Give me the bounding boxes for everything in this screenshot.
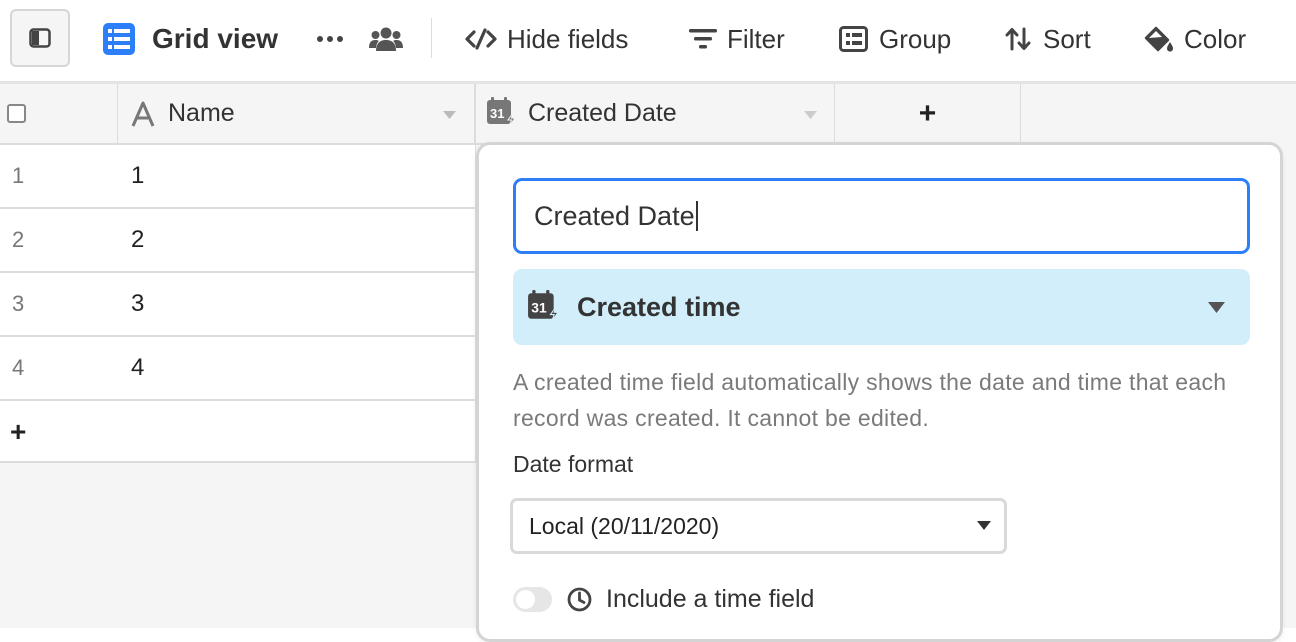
row-number: 1 xyxy=(12,163,25,188)
select-all-checkbox[interactable] xyxy=(7,104,26,123)
sidebar-icon xyxy=(29,28,51,48)
cell-name[interactable]: 3 xyxy=(131,273,144,335)
text-caret xyxy=(695,201,698,231)
collaborators-button[interactable] xyxy=(369,0,403,78)
chevron-down-icon xyxy=(977,521,991,530)
more-icon xyxy=(317,36,343,42)
field-type-select[interactable]: 31 Created time xyxy=(513,269,1250,345)
select-all-cell xyxy=(0,84,118,143)
add-row-button[interactable]: + xyxy=(0,401,476,463)
view-name: Grid view xyxy=(152,23,279,54)
color-button[interactable]: Color xyxy=(1143,0,1246,78)
chevron-down-icon[interactable] xyxy=(804,111,817,119)
sort-icon xyxy=(1005,27,1031,51)
include-time-toggle[interactable] xyxy=(513,587,552,612)
svg-text:31: 31 xyxy=(531,299,547,315)
filter-button[interactable]: Filter xyxy=(689,0,785,78)
row-number: 3 xyxy=(12,291,25,316)
text-field-icon xyxy=(131,101,155,127)
filter-label: Filter xyxy=(727,23,785,54)
row-number: 2 xyxy=(12,227,25,252)
column-name-label: Name xyxy=(168,99,235,127)
column-header-name[interactable]: Name xyxy=(118,84,476,143)
group-button[interactable]: Group xyxy=(839,0,951,78)
field-editor-popover: Created Date 31 Created time A created t… xyxy=(476,142,1283,642)
date-format-select[interactable]: Local (20/11/2020) xyxy=(510,498,1007,554)
row-number: 4 xyxy=(12,355,25,380)
cell-name[interactable]: 4 xyxy=(131,337,144,399)
view-toolbar: Grid view Hide fields Filter Group Sort … xyxy=(0,0,1296,82)
chevron-down-icon xyxy=(1208,302,1225,313)
filter-icon xyxy=(689,29,717,49)
table-row[interactable]: 1 1 xyxy=(0,145,476,209)
column-header-created-date[interactable]: 31 Created Date xyxy=(476,84,835,143)
sort-button[interactable]: Sort xyxy=(1005,0,1091,78)
created-time-icon: 31 xyxy=(528,290,559,322)
toggle-knob xyxy=(516,590,535,609)
svg-text:31: 31 xyxy=(490,106,504,121)
created-time-icon: 31 xyxy=(487,97,516,127)
add-field-button[interactable]: + xyxy=(835,84,1021,143)
sort-label: Sort xyxy=(1043,23,1091,54)
cell-name[interactable]: 1 xyxy=(131,145,144,207)
field-name-input[interactable]: Created Date xyxy=(513,178,1250,254)
hide-fields-button[interactable]: Hide fields xyxy=(464,0,628,78)
field-name-value: Created Date xyxy=(534,200,695,231)
cell-name[interactable]: 2 xyxy=(131,209,144,271)
paint-bucket-icon xyxy=(1144,26,1173,52)
grid-header: Name 31 Created Date + xyxy=(0,84,1021,145)
field-type-label: Created time xyxy=(577,291,741,322)
hide-fields-icon xyxy=(465,28,497,50)
people-icon xyxy=(369,27,403,51)
sidebar-toggle-button[interactable] xyxy=(10,9,70,67)
add-row-plus: + xyxy=(10,416,27,447)
table-row[interactable]: 4 4 xyxy=(0,337,476,401)
clock-icon xyxy=(567,587,592,612)
hide-fields-label: Hide fields xyxy=(507,23,629,54)
include-time-label: Include a time field xyxy=(606,585,815,613)
date-format-value: Local (20/11/2020) xyxy=(529,512,720,539)
date-format-label: Date format xyxy=(513,451,634,477)
toolbar-separator xyxy=(431,18,432,58)
grid-view-icon xyxy=(103,23,135,55)
chevron-down-icon[interactable] xyxy=(443,111,456,119)
add-field-plus: + xyxy=(918,96,937,130)
field-type-description: A created time field automatically shows… xyxy=(513,369,1227,431)
table-row[interactable]: 3 3 xyxy=(0,273,476,337)
color-label: Color xyxy=(1184,23,1247,54)
table-row[interactable]: 2 2 xyxy=(0,209,476,273)
view-switcher[interactable]: Grid view xyxy=(103,0,278,78)
group-icon xyxy=(839,26,868,52)
column-created-date-label: Created Date xyxy=(528,99,677,127)
view-menu-button[interactable] xyxy=(316,0,344,78)
group-label: Group xyxy=(879,23,952,54)
